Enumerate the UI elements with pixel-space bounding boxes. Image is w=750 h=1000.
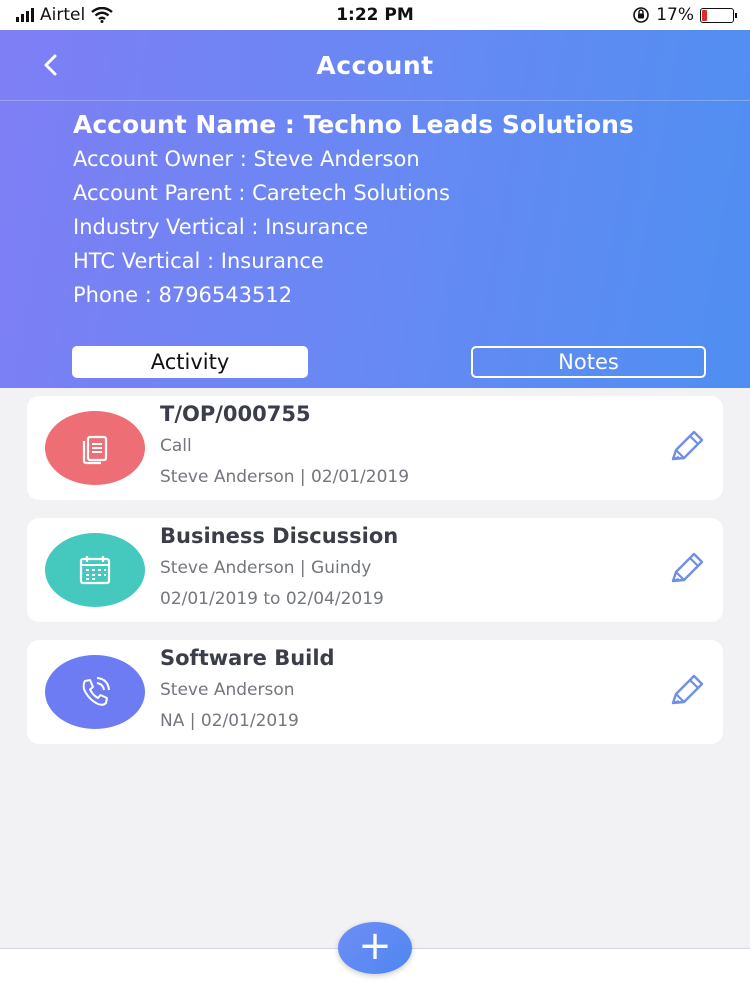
orientation-lock-icon: [633, 7, 650, 23]
wifi-icon: [91, 7, 113, 23]
signal-icon: [16, 8, 34, 22]
pencil-icon: [671, 674, 704, 705]
page-title: Account: [316, 50, 434, 80]
activity-icon-bg: [45, 411, 145, 485]
add-activity-button[interactable]: +: [338, 922, 412, 974]
activity-meta: NA | 02/01/2019: [160, 711, 299, 731]
account-name: Account Name : Techno Leads Solutions: [73, 110, 634, 139]
back-button[interactable]: [34, 48, 68, 82]
account-phone[interactable]: Phone : 8796543512: [73, 278, 750, 312]
phone-icon: [82, 677, 110, 706]
carrier-label: Airtel: [40, 5, 86, 25]
nav-bar: Account: [0, 30, 750, 101]
chevron-left-icon: [44, 54, 57, 76]
account-parent: Account Parent : Caretech Solutions: [73, 181, 450, 205]
pencil-icon: [671, 430, 704, 461]
edit-button[interactable]: [667, 429, 707, 465]
account-header: Account Account Name : Techno Leads Solu…: [0, 30, 750, 388]
activity-title: T/OP/000755: [160, 402, 311, 426]
activity-title: Business Discussion: [160, 524, 399, 548]
activity-icon-bg: [45, 533, 145, 607]
activity-title: Software Build: [160, 646, 335, 670]
account-owner: Account Owner : Steve Anderson: [73, 147, 420, 171]
activity-card[interactable]: T/OP/000755 Call Steve Anderson | 02/01/…: [27, 396, 723, 500]
battery-level: [702, 9, 708, 21]
account-info: Account Name : Techno Leads Solutions Ac…: [0, 101, 750, 312]
battery-icon: [700, 7, 737, 23]
activity-type: Call: [160, 436, 192, 456]
pencil-icon: [671, 552, 704, 583]
activity-meta: Steve Anderson | 02/01/2019: [160, 467, 410, 487]
status-left: Airtel: [16, 5, 113, 25]
edit-button[interactable]: [667, 551, 707, 587]
activity-type: Steve Anderson | Guindy: [160, 558, 372, 578]
status-right: 17%: [632, 5, 737, 25]
status-bar: Airtel 1:22 PM 17%: [0, 0, 750, 30]
industry-vertical: Industry Vertical : Insurance: [73, 215, 369, 239]
activity-card[interactable]: Software Build Steve Anderson NA | 02/01…: [27, 640, 723, 744]
activity-card[interactable]: Business Discussion Steve Anderson | Gui…: [27, 518, 723, 622]
calendar-icon: [79, 556, 111, 585]
htc-vertical: HTC Vertical : Insurance: [73, 249, 324, 273]
tab-notes[interactable]: Notes: [471, 346, 706, 378]
activity-type: Steve Anderson: [160, 680, 295, 700]
activity-list: T/OP/000755 Call Steve Anderson | 02/01/…: [27, 396, 723, 762]
activity-icon-bg: [45, 655, 145, 729]
edit-button[interactable]: [667, 673, 707, 709]
tab-activity[interactable]: Activity: [72, 346, 308, 378]
battery-percent: 17%: [656, 5, 694, 25]
plus-icon: +: [358, 923, 392, 969]
document-icon: [82, 435, 108, 465]
activity-meta: 02/01/2019 to 02/04/2019: [160, 589, 384, 609]
tab-bar: Activity Notes: [72, 346, 706, 378]
